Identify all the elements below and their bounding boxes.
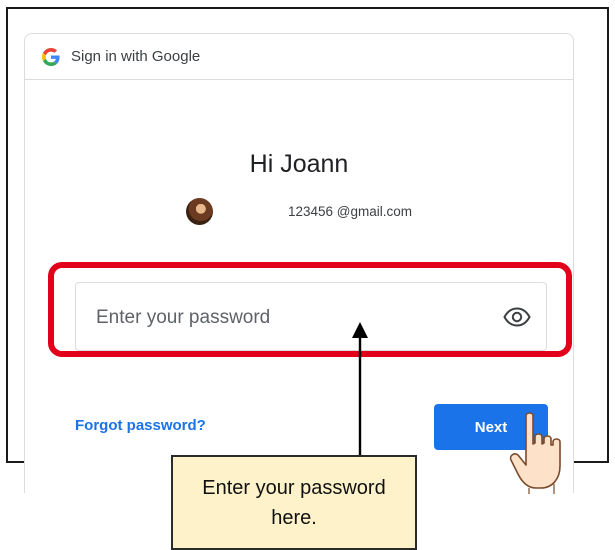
eye-icon (503, 307, 531, 327)
annotation-arrow (352, 322, 368, 457)
card-header: Sign in with Google (25, 34, 573, 80)
header-title: Sign in with Google (71, 48, 201, 65)
google-g-icon (42, 47, 60, 66)
greeting-heading: Hi Joann (249, 150, 349, 178)
avatar (186, 198, 213, 225)
account-email: 123456 @gmail.com (288, 204, 413, 219)
annotation-callout: Enter your password here. (171, 455, 417, 550)
password-input[interactable] (94, 283, 498, 353)
account-chip[interactable]: 123456 @gmail.com (186, 198, 412, 225)
forgot-password-link[interactable]: Forgot password? (75, 417, 206, 434)
hand-pointer-icon (509, 412, 561, 494)
password-field[interactable] (75, 282, 547, 353)
show-password-button[interactable] (502, 304, 532, 330)
